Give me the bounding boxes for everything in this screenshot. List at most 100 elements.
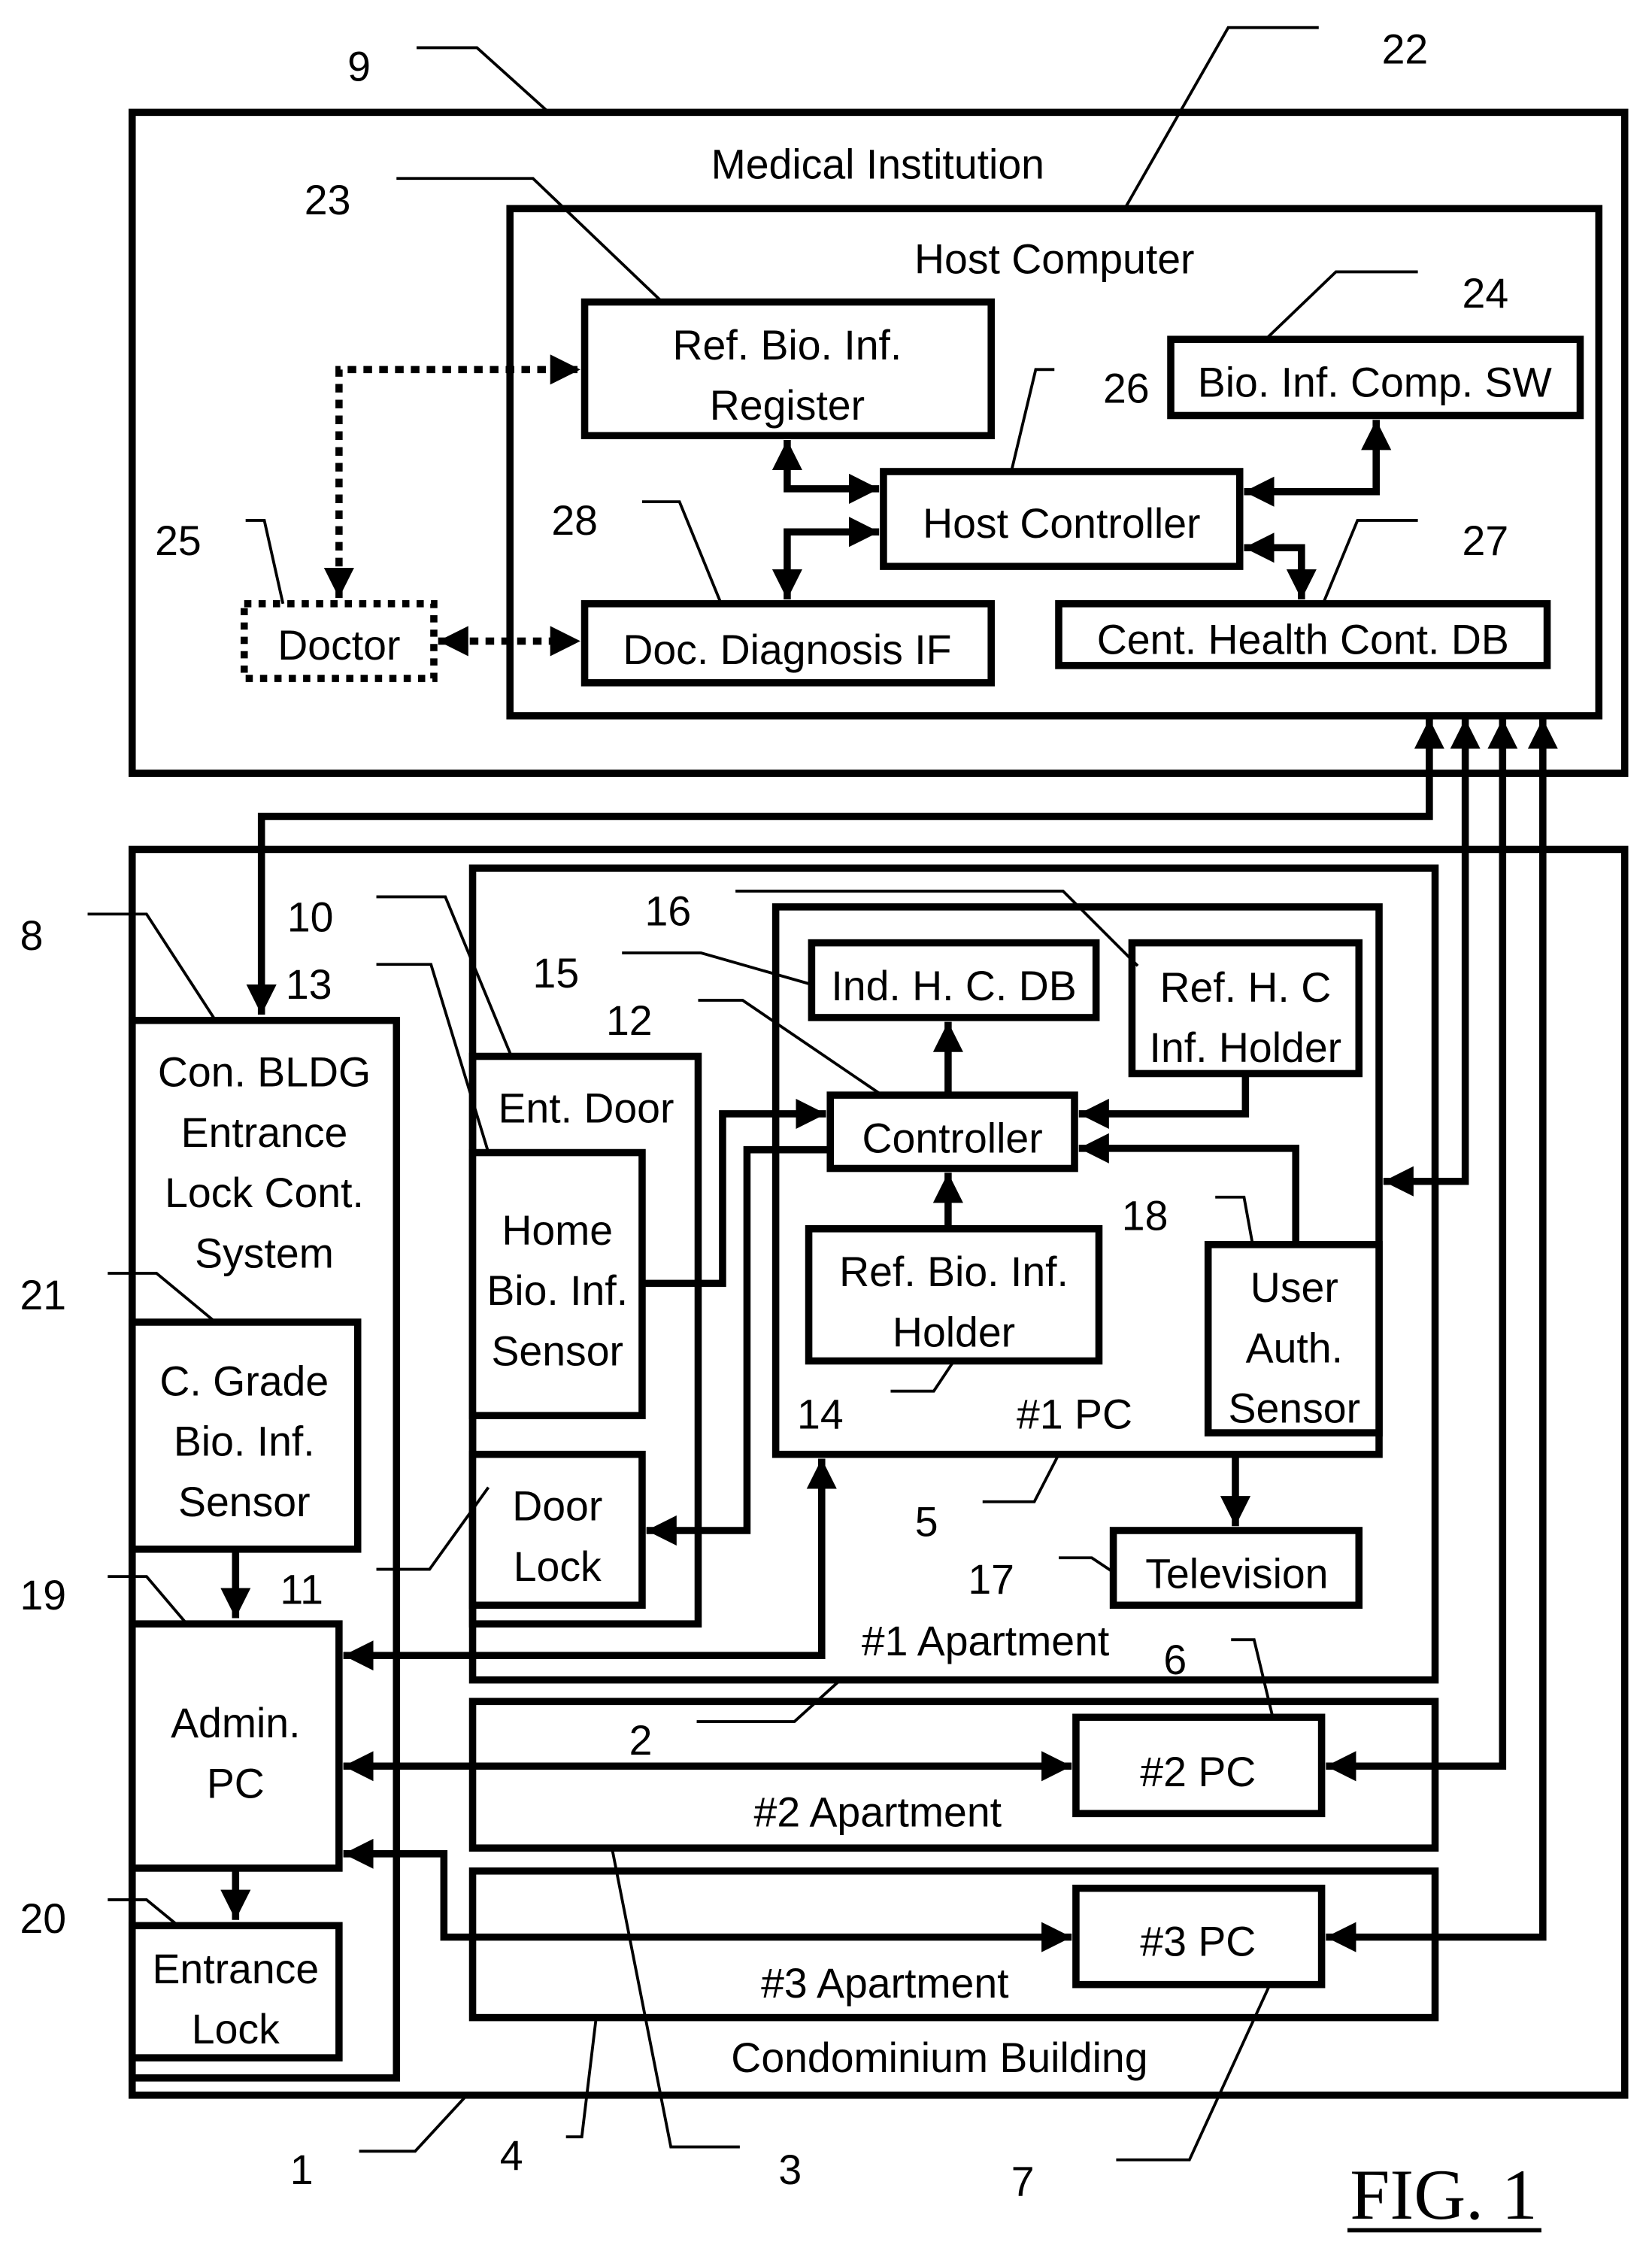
diag-controller-link (771, 517, 880, 600)
leader-4 (565, 2017, 598, 2139)
leader-19 (108, 1575, 188, 1625)
ref-28: 28 (551, 497, 598, 544)
leader-22 (1123, 26, 1319, 210)
con-bldg-line2: Entrance (181, 1109, 348, 1156)
leader-26 (1010, 368, 1055, 472)
ref-20: 20 (20, 1895, 67, 1942)
ref-5: 5 (915, 1499, 938, 1546)
ref-3: 3 (778, 2146, 802, 2193)
ref-6: 6 (1163, 1637, 1187, 1683)
ref-bio-inf-register-line2: Register (710, 382, 865, 429)
ref-2: 2 (629, 1717, 653, 1764)
leader-15 (622, 951, 812, 986)
entrance-lock-line2: Lock (192, 2006, 280, 2052)
ref-11: 11 (280, 1566, 323, 1612)
leader-9 (417, 46, 550, 114)
c-grade-line3: Sensor (178, 1479, 311, 1525)
leader-17 (1058, 1556, 1114, 1573)
con-bldg-line4: System (195, 1230, 334, 1276)
apartment2-label: #2 Apartment (754, 1789, 1002, 1836)
con-bldg-line1: Con. BLDG (158, 1049, 371, 1096)
admin-pc-line1: Admin. (171, 1700, 300, 1746)
ref-bio-holder-line1: Ref. Bio. Inf. (839, 1248, 1068, 1295)
ref-23: 23 (305, 177, 351, 223)
cent-health-cont-db-label: Cent. Health Cont. DB (1097, 617, 1509, 663)
leader-21 (108, 1272, 217, 1324)
medical-institution-label: Medical Institution (711, 141, 1044, 187)
figure-title: FIG. 1 (1350, 2155, 1537, 2234)
ref-25: 25 (155, 517, 202, 564)
home-sensor-controller-link (644, 1098, 826, 1288)
leader-18 (1215, 1195, 1254, 1245)
patent-figure: Medical Institution 9 Host Computer 22 R… (20, 26, 1629, 2234)
refhc-controller-link (1078, 1076, 1250, 1130)
ref-26: 26 (1103, 365, 1150, 411)
c-grade-line2: Bio. Inf. (174, 1418, 315, 1465)
ref-22: 22 (1382, 26, 1429, 72)
leader-5 (982, 1453, 1060, 1503)
controller-compsw-link (1244, 420, 1392, 507)
leader-23 (396, 177, 664, 303)
apartment1-label: #1 Apartment (862, 1618, 1109, 1664)
doctor-label: Doctor (277, 622, 400, 669)
ind-hc-db-label: Ind. H. C. DB (831, 963, 1076, 1009)
ent-door-label: Ent. Door (498, 1085, 674, 1131)
television-label: Television (1145, 1550, 1328, 1597)
host-controller-label: Host Controller (923, 500, 1200, 547)
user-auth-line2: Auth. (1246, 1324, 1343, 1371)
pc3-label: #3 PC (1140, 1918, 1256, 1964)
home-sensor-line1: Home (502, 1207, 613, 1254)
pc1-label: #1 PC (1017, 1391, 1132, 1437)
leader-14 (890, 1360, 956, 1393)
doctor-register-link (323, 354, 580, 599)
host-pc1-link (1383, 718, 1481, 1197)
condominium-building-label: Condominium Building (731, 2034, 1147, 2081)
ref-bio-holder-line2: Holder (893, 1309, 1015, 1355)
apartment3-label: #3 Apartment (761, 1960, 1008, 2007)
ref-13: 13 (286, 961, 332, 1008)
ref-bio-inf-register-line1: Ref. Bio. Inf. (673, 322, 902, 369)
leader-28 (641, 500, 723, 605)
leader-20 (108, 1898, 180, 1927)
ref-17: 17 (968, 1556, 1014, 1603)
door-lock-line1: Door (512, 1483, 602, 1530)
ref-21: 21 (20, 1272, 67, 1318)
ref-7: 7 (1011, 2159, 1035, 2205)
leader-3 (610, 1847, 740, 2149)
leader-24 (1264, 270, 1418, 341)
ref-15: 15 (533, 950, 580, 997)
entrance-lock-line1: Entrance (152, 1946, 319, 1992)
ref-hc-holder-line1: Ref. H. C (1159, 964, 1331, 1011)
ref-14: 14 (797, 1391, 844, 1437)
controller-doorlock-link (646, 1145, 831, 1546)
ref-18: 18 (1122, 1193, 1169, 1239)
c-grade-line1: C. Grade (159, 1358, 329, 1404)
leader-27 (1321, 519, 1418, 605)
leader-8 (87, 912, 217, 1021)
ref-19: 19 (20, 1572, 67, 1619)
leader-1 (359, 2094, 468, 2153)
pc2-label: #2 PC (1140, 1749, 1256, 1795)
home-sensor-line3: Sensor (491, 1327, 623, 1374)
host-computer-label: Host Computer (914, 235, 1194, 282)
door-lock-line2: Lock (514, 1543, 602, 1590)
home-sensor-line2: Bio. Inf. (487, 1267, 628, 1314)
ref-hc-holder-line2: Inf. Holder (1150, 1024, 1342, 1071)
ref-12: 12 (606, 997, 653, 1044)
user-auth-line1: User (1250, 1264, 1338, 1311)
ref-4: 4 (500, 2132, 523, 2179)
admin-pc-line2: PC (207, 1760, 265, 1807)
ref-27: 27 (1463, 517, 1509, 564)
user-auth-line3: Sensor (1229, 1385, 1361, 1432)
bio-inf-comp-sw-label: Bio. Inf. Comp. SW (1198, 360, 1553, 406)
ref-24: 24 (1463, 270, 1509, 317)
ref-9: 9 (347, 43, 371, 89)
controller-db-link (1244, 532, 1317, 600)
userauth-controller-link (1078, 1133, 1299, 1245)
ref-8: 8 (20, 912, 44, 959)
con-bldg-line3: Lock Cont. (165, 1170, 364, 1216)
controller-label: Controller (862, 1115, 1043, 1162)
doc-diagnosis-if-label: Doc. Diagnosis IF (623, 626, 951, 673)
register-controller-link (771, 439, 880, 504)
leader-25 (245, 519, 285, 605)
